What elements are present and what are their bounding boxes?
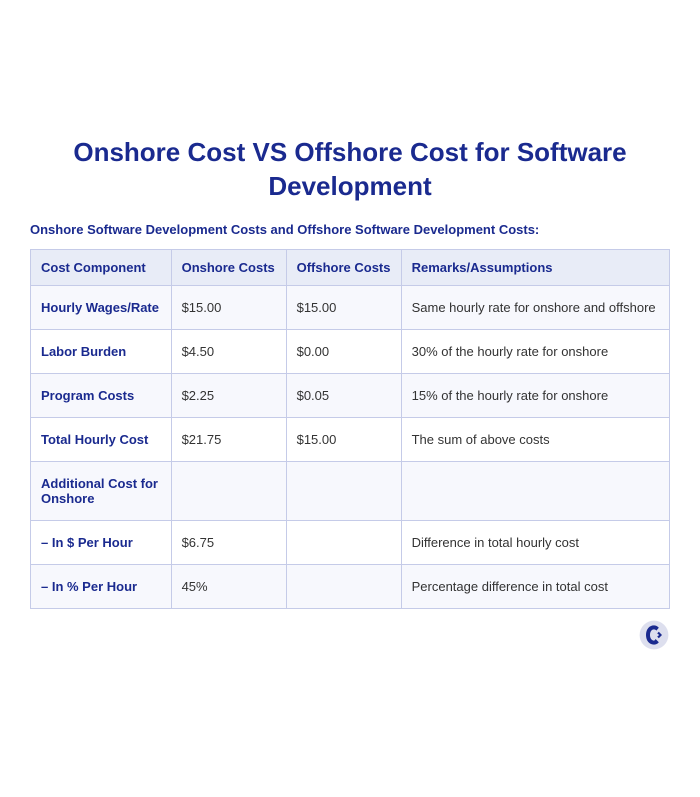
table-row: Additional Cost for Onshore <box>31 461 670 520</box>
brand-logo-icon <box>638 619 670 651</box>
header-offshore: Offshore Costs <box>286 249 401 285</box>
row-6-remarks: Percentage difference in total cost <box>401 564 669 608</box>
row-3-remarks: The sum of above costs <box>401 417 669 461</box>
page-container: Onshore Cost VS Offshore Cost for Softwa… <box>10 106 690 691</box>
row-4-offshore <box>286 461 401 520</box>
row-0-remarks: Same hourly rate for onshore and offshor… <box>401 285 669 329</box>
row-5-offshore <box>286 520 401 564</box>
row-6-onshore: 45% <box>171 564 286 608</box>
row-3-component: Total Hourly Cost <box>31 417 172 461</box>
row-2-onshore: $2.25 <box>171 373 286 417</box>
row-6-component: – In % Per Hour <box>31 564 172 608</box>
row-5-component: – In $ Per Hour <box>31 520 172 564</box>
row-4-component: Additional Cost for Onshore <box>31 461 172 520</box>
table-row: Hourly Wages/Rate $15.00 $15.00 Same hou… <box>31 285 670 329</box>
table-row: – In % Per Hour 45% Percentage differenc… <box>31 564 670 608</box>
table-header-row: Cost Component Onshore Costs Offshore Co… <box>31 249 670 285</box>
header-onshore: Onshore Costs <box>171 249 286 285</box>
table-row: – In $ Per Hour $6.75 Difference in tota… <box>31 520 670 564</box>
row-0-offshore: $15.00 <box>286 285 401 329</box>
table-row: Labor Burden $4.50 $0.00 30% of the hour… <box>31 329 670 373</box>
row-2-offshore: $0.05 <box>286 373 401 417</box>
header-remarks: Remarks/Assumptions <box>401 249 669 285</box>
row-1-remarks: 30% of the hourly rate for onshore <box>401 329 669 373</box>
cost-comparison-table: Cost Component Onshore Costs Offshore Co… <box>30 249 670 609</box>
row-2-component: Program Costs <box>31 373 172 417</box>
table-row: Total Hourly Cost $21.75 $15.00 The sum … <box>31 417 670 461</box>
row-4-remarks <box>401 461 669 520</box>
row-5-remarks: Difference in total hourly cost <box>401 520 669 564</box>
row-3-onshore: $21.75 <box>171 417 286 461</box>
row-0-component: Hourly Wages/Rate <box>31 285 172 329</box>
page-subtitle: Onshore Software Development Costs and O… <box>30 222 670 237</box>
logo-area <box>30 619 670 651</box>
row-4-onshore <box>171 461 286 520</box>
row-2-remarks: 15% of the hourly rate for onshore <box>401 373 669 417</box>
row-3-offshore: $15.00 <box>286 417 401 461</box>
header-component: Cost Component <box>31 249 172 285</box>
table-row: Program Costs $2.25 $0.05 15% of the hou… <box>31 373 670 417</box>
row-6-offshore <box>286 564 401 608</box>
row-1-component: Labor Burden <box>31 329 172 373</box>
row-1-offshore: $0.00 <box>286 329 401 373</box>
row-1-onshore: $4.50 <box>171 329 286 373</box>
row-5-onshore: $6.75 <box>171 520 286 564</box>
row-0-onshore: $15.00 <box>171 285 286 329</box>
page-title: Onshore Cost VS Offshore Cost for Softwa… <box>30 136 670 204</box>
